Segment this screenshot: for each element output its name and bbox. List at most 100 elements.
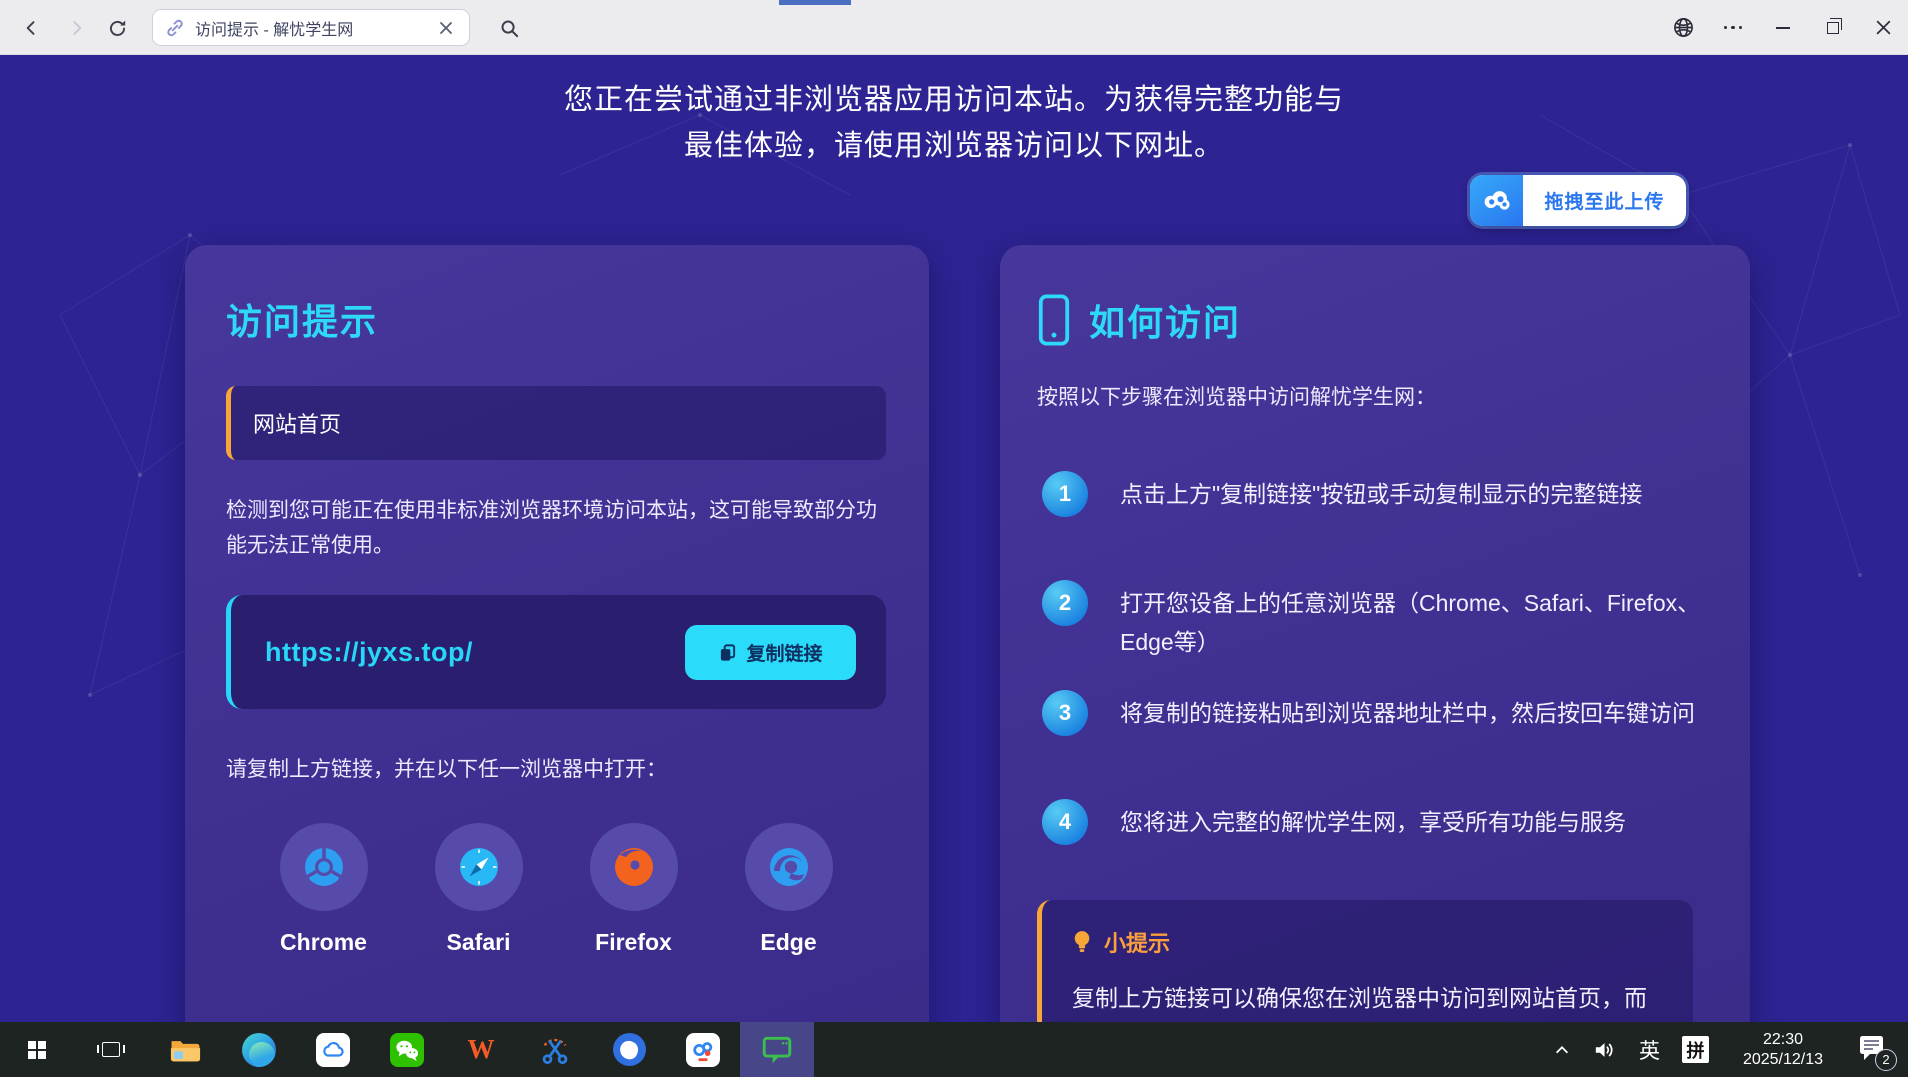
globe-icon <box>1673 18 1693 37</box>
step-number-badge: 2 <box>1042 580 1088 626</box>
globe-button[interactable] <box>1658 0 1708 55</box>
step-number-badge: 1 <box>1042 471 1088 517</box>
clock-time: 22:30 <box>1762 1030 1804 1048</box>
tab-title: 访问提示 - 解忧学生网 <box>195 21 354 39</box>
safari-label: Safari <box>446 929 511 955</box>
step-text: 将复制的链接粘贴到浏览器地址栏中，然后按回车键访问 <box>1120 700 1695 726</box>
step-text: 打开您设备上的任意浏览器（Chrome、Safari、Firefox、Edge等… <box>1120 590 1701 655</box>
taskbar-apps: W <box>0 1022 814 1077</box>
minimize-button[interactable] <box>1758 0 1808 55</box>
wechat-icon <box>390 1032 424 1067</box>
windows-logo-icon <box>28 1040 46 1059</box>
task-view-button[interactable] <box>74 1022 148 1077</box>
chat-window-icon <box>762 1036 792 1063</box>
open-hint-text: 请复制上方链接，并在以下任一浏览器中打开： <box>226 758 667 781</box>
snipping-tool-button[interactable] <box>518 1022 592 1077</box>
browser-app-button[interactable] <box>592 1022 666 1077</box>
desktop-screen: 访问提示 - 解忧学生网 您正在尝试通过非浏览器应用访问本站。为获得完整功能与 … <box>0 0 1908 1077</box>
taskbar: W 英 拼 22:30 2025/12/13 2 <box>0 1022 1908 1077</box>
step-number-badge: 4 <box>1042 799 1088 845</box>
restore-button[interactable] <box>1808 0 1858 55</box>
forward-button[interactable] <box>62 13 92 43</box>
tray-chevron-button[interactable] <box>1546 1022 1578 1077</box>
page-name-box: 网站首页 <box>226 386 886 460</box>
environment-warning-text: 检测到您可能正在使用非标准浏览器环境访问本站，这可能导致部分功能无法正常使用。 <box>226 499 877 557</box>
close-window-button[interactable] <box>1858 0 1908 55</box>
step-row-3: 3 将复制的链接粘贴到浏览器地址栏中，然后按回车键访问 <box>1042 690 1712 736</box>
edge-browser-icon <box>242 1032 276 1067</box>
tab-close-button[interactable] <box>435 17 457 39</box>
search-icon <box>501 20 518 37</box>
tip-title: 小提示 <box>1104 931 1171 956</box>
page-name-text: 网站首页 <box>253 412 342 437</box>
ime-indicator[interactable]: 拼 <box>1675 1022 1716 1077</box>
clock[interactable]: 22:30 2025/12/13 <box>1724 1022 1842 1077</box>
access-tips-card: 访问提示 网站首页 检测到您可能正在使用非标准浏览器环境访问本站，这可能导致部分… <box>185 245 929 1077</box>
browser-toolbar: 访问提示 - 解忧学生网 <box>0 0 1908 55</box>
speaker-icon <box>1595 1042 1613 1057</box>
search-button[interactable] <box>494 13 524 43</box>
browser-item-edge: Edge <box>739 823 839 956</box>
baidu-netdisk-button[interactable] <box>666 1022 740 1077</box>
forward-arrow-icon <box>73 21 82 35</box>
restore-icon <box>1827 17 1843 34</box>
address-tab[interactable]: 访问提示 - 解忧学生网 <box>152 9 470 46</box>
chrome-label: Chrome <box>280 929 367 955</box>
netdisk-drag-upload-button[interactable]: 拖拽至此上传 <box>1470 175 1686 226</box>
step-row-1: 1 点击上方"复制链接"按钮或手动复制显示的完整链接 <box>1042 471 1712 517</box>
browser-item-chrome: Chrome <box>274 823 374 956</box>
volume-button[interactable] <box>1586 1022 1624 1077</box>
tab-strip-indicator <box>779 0 851 5</box>
step-row-4: 4 您将进入完整的解忧学生网，享受所有功能与服务 <box>1042 799 1712 845</box>
netdisk-widget-label: 拖拽至此上传 <box>1544 192 1665 213</box>
chevron-up-icon <box>1555 1045 1569 1053</box>
url-box: https://jyxs.top/ 复制链接 <box>226 595 886 709</box>
cloud-app-button[interactable] <box>296 1022 370 1077</box>
safari-icon <box>434 823 523 911</box>
access-card-title: 访问提示 <box>226 301 379 342</box>
firefox-label: Firefox <box>595 929 672 955</box>
notification-badge: 2 <box>1875 1048 1897 1071</box>
copy-link-button[interactable]: 复制链接 <box>685 624 856 680</box>
minimize-icon <box>1776 26 1790 29</box>
edge-icon <box>744 823 833 911</box>
blue-circle-app-icon <box>612 1033 646 1066</box>
window-controls <box>1658 0 1908 55</box>
start-button[interactable] <box>0 1022 74 1077</box>
wechat-button[interactable] <box>370 1022 444 1077</box>
hero-line-2: 最佳体验，请使用浏览器访问以下网址。 <box>683 130 1224 162</box>
copy-icon <box>721 643 736 661</box>
back-button[interactable] <box>16 13 46 43</box>
language-indicator[interactable]: 英 <box>1632 1022 1667 1077</box>
baidu-netdisk-icon <box>686 1032 720 1067</box>
cloud-app-icon <box>316 1032 350 1067</box>
browser-item-safari: Safari <box>429 823 529 956</box>
browser-list: Chrome Safari Firefox Edge <box>226 823 886 956</box>
step-number-badge: 3 <box>1042 690 1088 736</box>
edge-label: Edge <box>760 929 817 955</box>
language-label: 英 <box>1639 1039 1660 1063</box>
menu-button[interactable] <box>1708 0 1758 55</box>
file-explorer-button[interactable] <box>148 1022 222 1077</box>
edge-taskbar-button[interactable] <box>222 1022 296 1077</box>
step-row-2: 2 打开您设备上的任意浏览器（Chrome、Safari、Firefox、Edg… <box>1042 580 1712 662</box>
site-url: https://jyxs.top/ <box>265 636 474 667</box>
active-app-button[interactable] <box>740 1022 814 1077</box>
wps-button[interactable]: W <box>444 1022 518 1077</box>
clock-date: 2025/12/13 <box>1742 1050 1824 1068</box>
web-page: 您正在尝试通过非浏览器应用访问本站。为获得完整功能与 最佳体验，请使用浏览器访问… <box>0 55 1908 1077</box>
refresh-icon <box>109 19 125 36</box>
file-explorer-icon <box>170 1040 200 1061</box>
howto-card-title: 如何访问 <box>1089 302 1242 343</box>
hero-message: 您正在尝试通过非浏览器应用访问本站。为获得完整功能与 最佳体验，请使用浏览器访问… <box>0 77 1908 169</box>
howto-intro-text: 按照以下步骤在浏览器中访问解忧学生网： <box>1037 386 1436 409</box>
how-to-access-card: 如何访问 按照以下步骤在浏览器中访问解忧学生网： 1 点击上方"复制链接"按钮或… <box>1000 245 1750 1077</box>
browser-item-firefox: Firefox <box>584 823 684 956</box>
snipping-tool-icon <box>542 1038 568 1064</box>
step-text: 您将进入完整的解忧学生网，享受所有功能与服务 <box>1120 809 1626 835</box>
system-tray: 英 拼 22:30 2025/12/13 2 <box>1546 1022 1908 1077</box>
phone-icon <box>1038 294 1070 346</box>
refresh-button[interactable] <box>102 13 132 43</box>
ime-label: 拼 <box>1682 1036 1709 1063</box>
notification-center-button[interactable]: 2 <box>1850 1022 1898 1077</box>
